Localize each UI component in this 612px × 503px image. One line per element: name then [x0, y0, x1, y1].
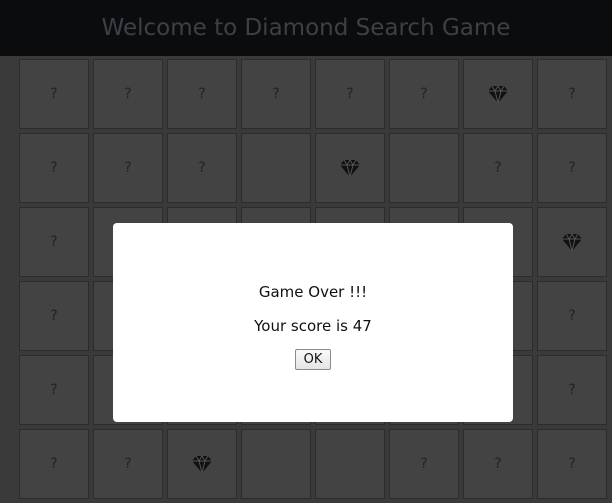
- board-cell[interactable]: ?: [93, 429, 163, 499]
- board-cell[interactable]: ?: [463, 429, 533, 499]
- page-title: Welcome to Diamond Search Game: [101, 15, 511, 41]
- board-cell[interactable]: ?: [19, 59, 89, 129]
- board-cell[interactable]: [241, 133, 311, 203]
- cell-label: ?: [50, 86, 58, 102]
- board-cell[interactable]: ?: [463, 133, 533, 203]
- board-cell[interactable]: ?: [19, 355, 89, 425]
- board-cell[interactable]: ?: [167, 59, 237, 129]
- cell-label: ?: [346, 86, 354, 102]
- board-cell[interactable]: [315, 429, 385, 499]
- board-cell[interactable]: ?: [93, 133, 163, 203]
- cell-label: ?: [420, 456, 428, 472]
- board-cell[interactable]: ?: [241, 59, 311, 129]
- cell-label: ?: [198, 160, 206, 176]
- board-cell[interactable]: [537, 207, 607, 277]
- score-text: Your score is 47: [254, 317, 372, 335]
- cell-label: ?: [124, 160, 132, 176]
- board-cell[interactable]: ?: [537, 355, 607, 425]
- board-cell[interactable]: [315, 133, 385, 203]
- board-cell[interactable]: ?: [19, 281, 89, 351]
- header-bar: Welcome to Diamond Search Game: [0, 0, 612, 56]
- cell-label: ?: [124, 86, 132, 102]
- cell-label: ?: [420, 86, 428, 102]
- diamond-icon: [562, 233, 582, 251]
- board-cell[interactable]: ?: [389, 429, 459, 499]
- cell-label: ?: [50, 382, 58, 398]
- board-cell[interactable]: [389, 133, 459, 203]
- cell-label: ?: [50, 160, 58, 176]
- board-cell[interactable]: ?: [537, 133, 607, 203]
- diamond-icon: [192, 455, 212, 473]
- board-cell[interactable]: ?: [537, 429, 607, 499]
- board-cell[interactable]: [167, 429, 237, 499]
- cell-label: ?: [272, 86, 280, 102]
- board-cell[interactable]: ?: [19, 429, 89, 499]
- board-cell[interactable]: ?: [167, 133, 237, 203]
- board-cell[interactable]: [463, 59, 533, 129]
- dialog-title: Game Over !!!: [258, 283, 368, 301]
- cell-label: ?: [50, 234, 58, 250]
- diamond-icon: [488, 85, 508, 103]
- cell-label: ?: [568, 382, 576, 398]
- cell-label: ?: [124, 456, 132, 472]
- cell-label: ?: [494, 456, 502, 472]
- board-cell[interactable]: ?: [19, 207, 89, 277]
- cell-label: ?: [50, 308, 58, 324]
- board-cell[interactable]: [241, 429, 311, 499]
- game-over-dialog: Game Over !!! Your score is 47 OK: [113, 223, 513, 422]
- diamond-icon: [340, 159, 360, 177]
- board-cell[interactable]: ?: [19, 133, 89, 203]
- board-cell[interactable]: ?: [93, 59, 163, 129]
- cell-label: ?: [568, 308, 576, 324]
- cell-label: ?: [568, 86, 576, 102]
- cell-label: ?: [568, 160, 576, 176]
- ok-button[interactable]: OK: [295, 349, 331, 370]
- cell-label: ?: [198, 86, 206, 102]
- board-cell[interactable]: ?: [315, 59, 385, 129]
- cell-label: ?: [494, 160, 502, 176]
- board-cell[interactable]: ?: [389, 59, 459, 129]
- board-cell[interactable]: ?: [537, 281, 607, 351]
- cell-label: ?: [50, 456, 58, 472]
- board-cell[interactable]: ?: [537, 59, 607, 129]
- cell-label: ?: [568, 456, 576, 472]
